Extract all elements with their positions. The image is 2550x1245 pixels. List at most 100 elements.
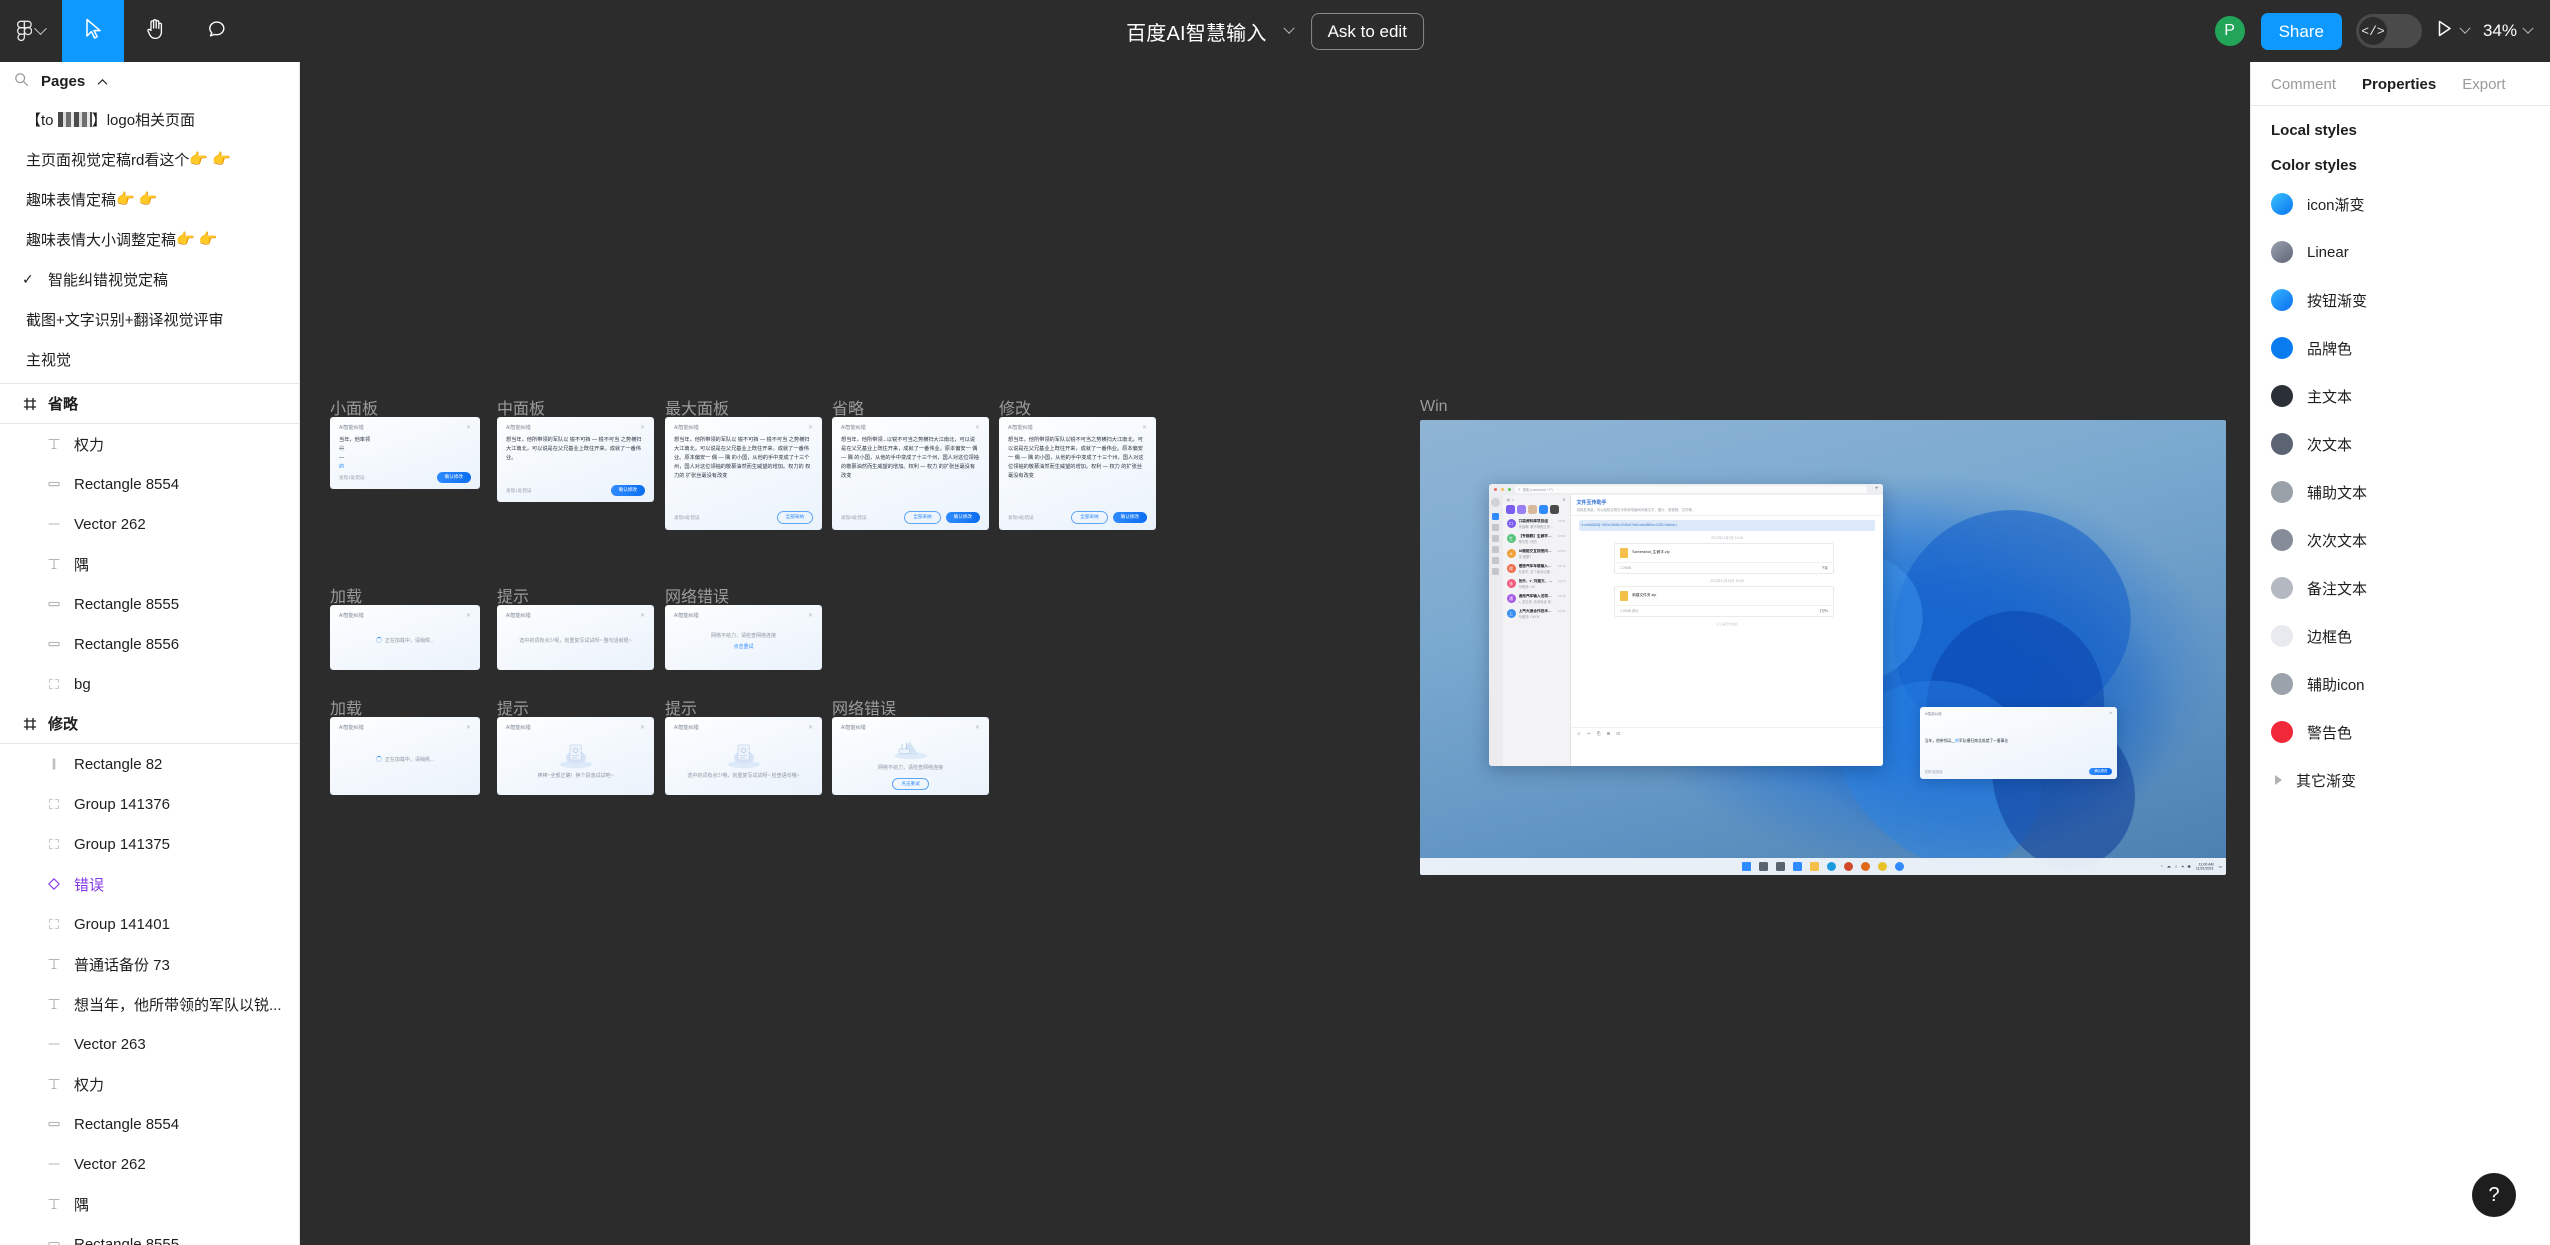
tab-properties[interactable]: Properties	[2362, 76, 2436, 93]
close-icon[interactable]: ✕	[1142, 424, 1147, 431]
close-icon[interactable]: ✕	[808, 424, 813, 431]
widgets-icon[interactable]	[1793, 862, 1802, 871]
page-item-4[interactable]: ✓ 智能纠错视觉定稿	[0, 259, 299, 299]
color-swatch[interactable]	[2271, 289, 2293, 311]
color-swatch[interactable]	[2271, 673, 2293, 695]
color-swatch[interactable]	[2271, 721, 2293, 743]
color-style-row[interactable]: 次文本	[2251, 420, 2550, 468]
tab-comment[interactable]: Comment	[2271, 76, 2336, 93]
close-icon[interactable]: ✕	[640, 724, 645, 731]
conversation-item[interactable]: 通通用汽车输入法项目群v_张志伟: 会来验证 收到呢...18:08	[1503, 592, 1570, 607]
close-icon[interactable]: ✕	[466, 424, 471, 431]
ai-correction-mini-panel[interactable]: AI智能纠错 ✕ 当年，他带领 得 — 的 军队横扫南北成就了一番事业 发现1处错误确…	[1919, 706, 2118, 780]
dev-mode-toggle[interactable]: </>	[2355, 14, 2422, 48]
page-item-3[interactable]: 趣味表情大小调整定稿 👉 👉	[0, 219, 299, 259]
color-swatch[interactable]	[2271, 481, 2293, 503]
scissors-icon[interactable]: ✂	[1587, 731, 1591, 737]
layer-row[interactable]: Group 141375	[0, 824, 299, 864]
close-dot-icon[interactable]	[1493, 487, 1497, 491]
word-icon[interactable]	[1844, 862, 1853, 871]
search-icon[interactable]	[14, 72, 29, 91]
pinned-avatar-1[interactable]	[1516, 504, 1526, 514]
layer-row[interactable]: 隅	[0, 544, 299, 584]
color-swatch[interactable]	[2271, 241, 2293, 263]
rail-icon-1[interactable]	[1492, 523, 1499, 531]
close-icon[interactable]: ✕	[640, 612, 645, 619]
start-icon[interactable]	[1742, 862, 1751, 871]
layer-row[interactable]: 隅	[0, 1184, 299, 1224]
wifi-icon[interactable]: ⌂	[2175, 864, 2177, 869]
plus-icon[interactable]: +	[1875, 486, 1879, 492]
retry-link[interactable]: 点击重试	[733, 643, 753, 652]
chevron-up-icon[interactable]: ^	[2161, 864, 2163, 869]
comment-tool[interactable]	[186, 0, 248, 62]
chevron-up-icon[interactable]	[97, 73, 108, 90]
confirm-edit-button[interactable]: 确认修改	[1112, 512, 1147, 523]
color-swatch[interactable]	[2271, 625, 2293, 647]
frame-9[interactable]: AI智能纠错 ✕ 棒棒~全部正确！换个段落试试吧~	[497, 717, 654, 795]
rail-avatar[interactable]	[1491, 497, 1500, 507]
accept-all-button[interactable]: 全部采纳	[904, 511, 941, 524]
conversation-item[interactable]: 张张乐、v_刘建文、马明亮、v...马明亮: OK18:15	[1503, 577, 1570, 592]
page-item-5[interactable]: 截图+文字识别+翻译视觉评审	[0, 299, 299, 339]
store-icon[interactable]	[1861, 862, 1870, 871]
file-message-card[interactable]: 新建文件夹.zip 1.76MB 成功 打开▾	[1614, 585, 1834, 617]
taskbar-clock-area[interactable]: ^ ☁ ⌂ ◂ ◉ 11:00 AM 11/21/2021 ▭	[2161, 862, 2222, 871]
battery-icon[interactable]: ◉	[2187, 864, 2191, 869]
frame-10[interactable]: AI智能纠错 ✕ 选中的词有点少哦，划重复写试试呀~ 检查语句哦~	[665, 717, 822, 795]
layer-row[interactable]: 权力	[0, 1064, 299, 1104]
page-item-2[interactable]: 趣味表情定稿 👉 👉	[0, 179, 299, 219]
frame-0[interactable]: AI智能纠错 ✕ 当年，他率领 得 — 的 军队横扫南北成就了一番事业发现1处错误 确…	[330, 417, 480, 489]
frame-4[interactable]: AI智能纠错 ✕ 想当年，他所带领的军队以锐不可当之势横扫大江南北，可以说是在父兄基…	[999, 417, 1156, 530]
layer-row[interactable]: Rectangle 8554	[0, 1104, 299, 1144]
frame-1[interactable]: AI智能纠错 ✕ 想当年，他所带领的军队以 锐不可挡 — 锐不可当 之势横扫大江南北…	[497, 417, 654, 502]
color-style-row[interactable]: 辅助icon	[2251, 660, 2550, 708]
frame-8[interactable]: AI智能纠错 ✕ 正在加载中，请稍候...	[330, 717, 480, 795]
layer-row[interactable]: Vector 263	[0, 1024, 299, 1064]
zoom-control[interactable]: 34%	[2483, 21, 2534, 41]
color-style-row[interactable]: Linear	[2251, 228, 2550, 276]
color-swatch[interactable]	[2271, 193, 2293, 215]
close-icon[interactable]: ✕	[466, 724, 471, 731]
color-style-row[interactable]: 次次文本	[2251, 516, 2550, 564]
tab-export[interactable]: Export	[2462, 76, 2505, 93]
document-title[interactable]: 百度AI智慧输入	[1126, 17, 1267, 46]
hand-tool[interactable]	[124, 0, 186, 62]
chat-search-input[interactable]: ⌕ 搜索 (command + F)	[1515, 485, 1867, 493]
minimize-dot-icon[interactable]	[1500, 487, 1504, 491]
conversation-item[interactable]: 生【专题群】生僻字输入解决...董芳哲: 好的18:50	[1503, 532, 1570, 547]
taskview-icon[interactable]	[1776, 862, 1785, 871]
pinned-avatar-4[interactable]	[1549, 504, 1559, 514]
layer-row[interactable]: Vector 262	[0, 1144, 299, 1184]
chat-application-window[interactable]: ⌕ 搜索 (command + F) + @ ☆ ⇅ 口口袋资料库项目组 陈涵琳: 要不等假…	[1488, 483, 1884, 766]
conversation-item[interactable]: 理理想汽车车载输入法内部对接杜俊东: 这个版本应客户说...18:46	[1503, 562, 1570, 577]
confirm-edit-button[interactable]: 确认修改	[610, 485, 645, 496]
chat-message-input[interactable]	[1571, 740, 1884, 766]
rail-icon-4[interactable]	[1492, 556, 1499, 564]
search-icon[interactable]	[1759, 862, 1768, 871]
color-swatch[interactable]	[2271, 337, 2293, 359]
color-swatch[interactable]	[2271, 385, 2293, 407]
maximize-dot-icon[interactable]	[1507, 487, 1512, 491]
cloud-icon[interactable]: ☁	[2167, 864, 2171, 869]
layer-row[interactable]: 普通话备份 73	[0, 944, 299, 984]
screenshot-icon[interactable]: ⊞	[1607, 731, 1611, 737]
frame-2[interactable]: AI智能纠错 ✕ 想当年，他所带领的军队以 锐不可挡 — 锐不可当 之势横扫大江南北…	[665, 417, 822, 530]
color-swatch[interactable]	[2271, 433, 2293, 455]
color-swatch[interactable]	[2271, 529, 2293, 551]
layer-row[interactable]: Rectangle 8555	[0, 1224, 299, 1245]
close-icon[interactable]: ✕	[640, 424, 645, 431]
color-style-row[interactable]: 警告色	[2251, 708, 2550, 756]
filter-icon[interactable]: ⇅	[1562, 498, 1565, 502]
rail-icon-2[interactable]	[1492, 534, 1499, 542]
color-style-row[interactable]: 按钮渐变	[2251, 276, 2550, 324]
page-item-1[interactable]: 主页面视觉定稿rd看这个 👉 👉	[0, 139, 299, 179]
color-style-row[interactable]: 辅助文本	[2251, 468, 2550, 516]
color-style-row[interactable]: 备注文本	[2251, 564, 2550, 612]
volume-icon[interactable]: ◂	[2181, 864, 2183, 869]
other-gradients-row[interactable]: 其它渐变	[2251, 756, 2550, 804]
close-icon[interactable]: ✕	[808, 612, 813, 619]
confirm-edit-button[interactable]: 确认修改	[436, 472, 471, 483]
file-action-button[interactable]: 打开▾	[1820, 608, 1828, 613]
pinned-avatar-0[interactable]	[1505, 504, 1515, 514]
